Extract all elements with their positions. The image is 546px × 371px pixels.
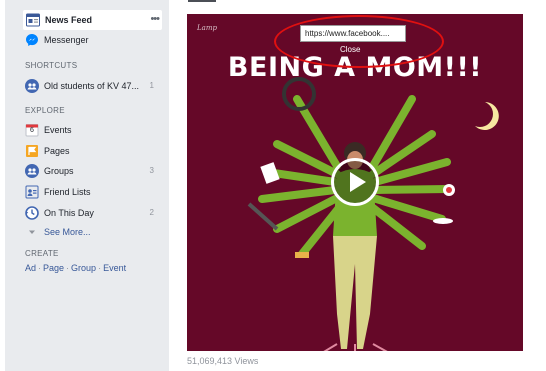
tooltip-url[interactable]: https://www.facebook.... [300, 25, 406, 42]
sidebar-item-on-this-day[interactable]: On This Day 2 [5, 203, 169, 223]
shortcut-label: Old students of KV 47... [44, 81, 140, 91]
friend-lists-label: Friend Lists [44, 187, 91, 197]
left-sidebar: News Feed ••• Messenger SHORTCUTS Old st… [5, 0, 169, 371]
create-separator: · [38, 263, 42, 273]
link-tooltip: https://www.facebook.... Close [300, 25, 410, 63]
create-header: CREATE [25, 249, 59, 258]
view-count: 51,069,413 Views [187, 356, 259, 366]
sidebar-item-friend-lists[interactable]: Friend Lists [5, 182, 169, 202]
create-separator: · [66, 263, 70, 273]
sidebar-item-news-feed[interactable]: News Feed ••• [23, 10, 162, 30]
sidebar-item-see-more[interactable]: See More... [5, 222, 169, 242]
create-separator: · [98, 263, 102, 273]
flag-icon [25, 144, 39, 158]
news-feed-more-button[interactable]: ••• [150, 10, 160, 28]
chevron-down-icon [25, 225, 39, 239]
create-links: Ad · Page · Group · Event [25, 263, 126, 273]
news-feed-icon [26, 13, 40, 27]
top-divider [188, 0, 216, 2]
sidebar-item-events[interactable]: 6 Events [5, 120, 169, 140]
sidebar-item-messenger[interactable]: Messenger [5, 30, 169, 50]
calendar-icon: 6 [25, 123, 39, 137]
see-more-label: See More... [44, 227, 91, 237]
messenger-icon [25, 33, 39, 47]
play-button[interactable] [331, 158, 379, 206]
tooltip-close-button[interactable]: Close [340, 45, 360, 54]
create-group-link[interactable]: Group [71, 263, 96, 273]
events-label: Events [44, 125, 72, 135]
on-this-day-icon [25, 206, 39, 220]
create-event-link[interactable]: Event [103, 263, 126, 273]
create-ad-link[interactable]: Ad [25, 263, 36, 273]
events-date: 6 [30, 127, 34, 134]
create-page-link[interactable]: Page [43, 263, 64, 273]
on-this-day-count-badge: 2 [149, 208, 154, 217]
groups-icon [25, 164, 39, 178]
news-feed-label: News Feed [45, 15, 93, 25]
messenger-label: Messenger [44, 35, 89, 45]
sidebar-item-shortcut[interactable]: Old students of KV 47... 1 [5, 76, 169, 96]
groups-count-badge: 3 [149, 166, 154, 175]
group-icon [25, 79, 39, 93]
on-this-day-label: On This Day [44, 208, 94, 218]
play-icon [350, 172, 366, 192]
svg-text:Lamp: Lamp [196, 24, 217, 32]
shortcuts-header: SHORTCUTS [25, 61, 78, 70]
sidebar-item-groups[interactable]: Groups 3 [5, 161, 169, 181]
explore-header: EXPLORE [25, 106, 65, 115]
shortcut-count-badge: 1 [149, 81, 154, 90]
friend-list-icon [25, 185, 39, 199]
pages-label: Pages [44, 146, 70, 156]
groups-label: Groups [44, 166, 74, 176]
sidebar-item-pages[interactable]: Pages [5, 141, 169, 161]
